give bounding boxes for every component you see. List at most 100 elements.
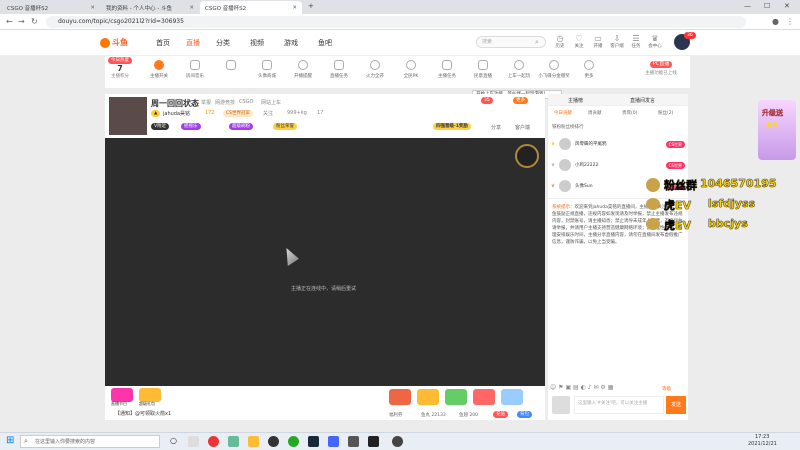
tool-fire[interactable]: 火力全开 [363, 60, 387, 79]
tool-avatar-shop[interactable]: 头像商城 [255, 60, 279, 79]
gift-item-1[interactable] [417, 389, 439, 405]
breadcrumb-1[interactable]: CSGO [239, 99, 253, 105]
app-icon[interactable] [288, 436, 299, 447]
video-player[interactable]: 主播正在连线中，请稍后重试 [105, 138, 545, 386]
tag-0[interactable]: V附近 [151, 123, 170, 130]
tool-ride-together[interactable]: 上车一起玩 [507, 60, 531, 79]
chat-tools[interactable]: ☺ ⚑ ▣ ▤ ◐ ♪ ✉ ⚙ ▦ [550, 384, 660, 392]
promo-banner[interactable]: 升级送 鱼丸 [758, 100, 796, 160]
app-icon[interactable] [328, 436, 339, 447]
minimize-icon[interactable]: — [744, 2, 751, 10]
member-button[interactable]: ♛ 会中心 [647, 34, 663, 49]
follow-button[interactable]: ♡ 关注 [571, 34, 587, 49]
browser-tab-active[interactable]: CSGO 音播杯S2 ✕ [200, 1, 302, 14]
event-badge[interactable] [515, 144, 539, 168]
anchor-name[interactable]: jahuda昊铭 [163, 110, 190, 117]
client-button[interactable]: ⇩ 客户端 [609, 34, 625, 49]
close-icon[interactable]: ✕ [90, 5, 95, 11]
tool-anchor-switch[interactable]: 主播开关 [147, 60, 171, 79]
nav-category[interactable]: 分类 [216, 38, 230, 48]
subtab-fans[interactable]: 粉丝(2) [658, 110, 673, 116]
history-button[interactable]: ◷ 历史 [552, 34, 568, 49]
fan-badge-icon [646, 198, 660, 210]
menu-icon[interactable]: ⋮ [786, 17, 794, 26]
close-window-icon[interactable]: ✕ [784, 2, 790, 10]
folder-icon[interactable] [248, 436, 259, 447]
share-button[interactable]: 分享 [491, 124, 501, 131]
app-icon[interactable] [392, 436, 403, 447]
more-button[interactable]: 更多 [513, 97, 528, 104]
tab-rank[interactable]: 主播榜 [568, 97, 583, 104]
notice-input[interactable]: 【通知】@可领取火箭x1 [115, 410, 171, 417]
subtab-week[interactable]: 周贡献 [588, 110, 602, 116]
tool-vote[interactable]: 民意直播 [471, 60, 495, 79]
tab-right[interactable]: 直播间发言 [630, 97, 655, 104]
tag-1[interactable]: 摇摇乐 [181, 123, 201, 130]
app-icon[interactable] [268, 436, 279, 447]
tool-pk[interactable]: 全民PK [399, 60, 423, 79]
start-icon[interactable]: ⊞ [6, 435, 14, 446]
back-icon[interactable]: ← [6, 17, 13, 26]
close-icon[interactable]: ✕ [189, 5, 194, 11]
tool-live-task[interactable]: 直播任务 [327, 60, 351, 79]
subtab-today[interactable]: 今日贡献 [554, 110, 572, 116]
tag-3[interactable]: 粉丝荣誉 [273, 123, 297, 130]
taskbar-search[interactable]: 在这里输入你要搜索的内容 [20, 435, 160, 448]
tool-anchor-task[interactable]: 主播任务 [435, 60, 459, 79]
reload-icon[interactable]: ↻ [31, 17, 38, 26]
nav-game[interactable]: 游戏 [284, 38, 298, 48]
broadcast-button[interactable]: ▭ 开播 [590, 34, 606, 49]
gift-item-0[interactable] [389, 389, 411, 405]
follow-count-label[interactable]: 关注 [263, 110, 273, 117]
gift-item-2[interactable] [445, 389, 467, 405]
clock-date[interactable]: 2021/12/21 [748, 441, 777, 447]
app-icon[interactable] [368, 436, 379, 447]
nav-live[interactable]: 直播 [186, 38, 200, 48]
gift-item-4[interactable] [501, 389, 523, 405]
site-logo[interactable]: 斗鱼 [100, 35, 132, 50]
pc-live-button[interactable]: PC直播 主播功能已上线 [637, 60, 685, 76]
nav-fishbar[interactable]: 鱼吧 [318, 38, 332, 48]
browser-tab[interactable]: CSGO 音播杯S2 ✕ [2, 1, 100, 14]
maximize-icon[interactable]: ☐ [764, 2, 770, 10]
app-icon[interactable] [188, 436, 199, 447]
task-view-icon[interactable]: ○ [170, 436, 181, 447]
nav-home[interactable]: 首页 [156, 38, 170, 48]
subtab-vip[interactable]: 贵宾(0) [622, 110, 637, 116]
backpack-button[interactable]: 背包 [517, 411, 532, 418]
url-field[interactable]: douyu.com/topic/csgo2021l2?rid=306935 [46, 16, 746, 28]
tag-2[interactable]: 超级刷粉 [229, 123, 253, 130]
camp-icon[interactable] [552, 396, 570, 414]
search-icon[interactable]: ⌕ [535, 38, 539, 47]
rank-row[interactable]: ♛ 风零蝶的平尾鸦 CS世界 [551, 135, 685, 153]
anchor-avatar[interactable] [109, 97, 147, 135]
gift-promo-0[interactable] [111, 388, 133, 402]
task-button[interactable]: ☰ 任务 [628, 34, 644, 49]
tool-ufo[interactable]: 小飞碟分金赠奖 [537, 60, 571, 79]
clock-time[interactable]: 17:23 [755, 434, 769, 440]
chat-input[interactable]: 这里输入'#关注'吧，可以关注主播 [574, 396, 664, 414]
browser-tab[interactable]: 我的资料 - 个人中心 - 斗鱼 ✕ [101, 1, 199, 14]
activity-tag[interactable]: 四强晋级·1奖励 [433, 123, 471, 130]
profile-icon[interactable]: ● [772, 17, 779, 26]
tool-reminder[interactable]: 开播提醒 [291, 60, 315, 79]
send-button[interactable]: 发送 [666, 396, 686, 414]
steam-icon[interactable] [308, 436, 319, 447]
tool-more[interactable]: 更多 [577, 60, 601, 79]
nav-video[interactable]: 视频 [250, 38, 264, 48]
recharge-button[interactable]: 充值 [493, 411, 508, 418]
breadcrumb-0[interactable]: 网游竞技 [215, 99, 235, 106]
app-icon[interactable] [348, 436, 359, 447]
breadcrumb-2[interactable]: 网站上车 [261, 99, 281, 106]
gift-item-3[interactable] [473, 389, 495, 405]
close-icon[interactable]: ✕ [292, 5, 297, 11]
forward-icon[interactable]: → [18, 17, 25, 26]
chrome-icon[interactable] [208, 436, 219, 447]
tool-gift[interactable] [219, 60, 243, 73]
app-icon[interactable] [228, 436, 239, 447]
new-tab-icon[interactable]: + [308, 2, 314, 10]
client-link[interactable]: 客户端 [515, 124, 530, 131]
report-link[interactable]: 举报 [201, 99, 211, 106]
tool-music[interactable]: 房间音乐 [183, 60, 207, 79]
gift-promo-1[interactable] [139, 388, 161, 402]
